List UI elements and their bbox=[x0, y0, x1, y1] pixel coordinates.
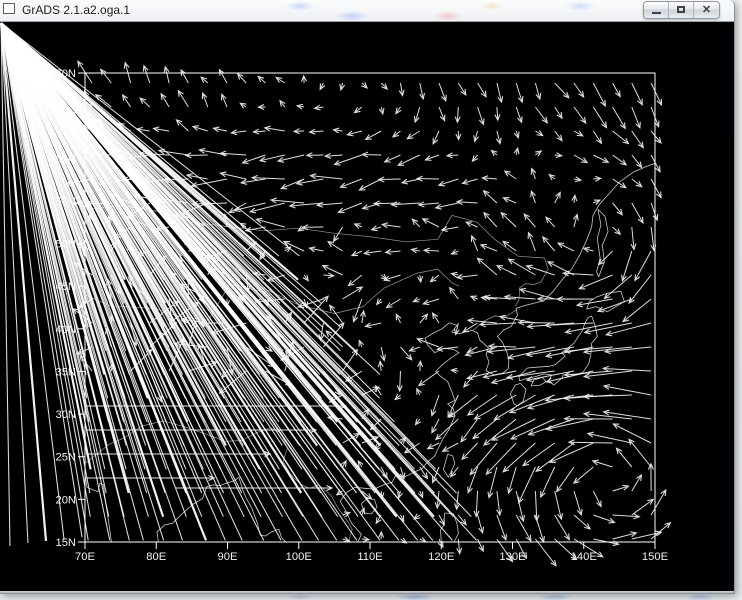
window-bottom-frame bbox=[0, 591, 734, 593]
svg-text:110E: 110E bbox=[357, 551, 382, 563]
grads-window: GrADS 2.1.a2.oga.1 ✕ 70E 80E 90E 100E 110E 12… bbox=[0, 0, 735, 594]
svg-text:70E: 70E bbox=[75, 551, 95, 563]
titlebar[interactable]: GrADS 2.1.a2.oga.1 ✕ bbox=[0, 0, 734, 22]
svg-text:100E: 100E bbox=[286, 551, 312, 563]
window-controls: ✕ bbox=[643, 1, 720, 19]
svg-text:90E: 90E bbox=[218, 551, 238, 563]
graphics-canvas[interactable]: 70E80E90E100E110E120E130E140E150E15N20N2… bbox=[0, 22, 734, 591]
svg-text:25N: 25N bbox=[55, 452, 76, 464]
minimize-icon bbox=[652, 12, 661, 14]
minimize-button[interactable] bbox=[644, 2, 669, 18]
desktop-background: GrADS 2.1.a2.oga.1 ✕ 70E 80E 90E 100E 110E 12… bbox=[0, 0, 742, 600]
svg-text:150E: 150E bbox=[642, 551, 668, 563]
svg-text:15N: 15N bbox=[55, 537, 76, 549]
maximize-button[interactable] bbox=[669, 2, 694, 18]
application-icon bbox=[3, 3, 15, 14]
close-button[interactable]: ✕ bbox=[694, 2, 719, 18]
close-icon: ✕ bbox=[694, 3, 719, 17]
svg-text:120E: 120E bbox=[428, 551, 454, 563]
window-title: GrADS 2.1.a2.oga.1 bbox=[22, 3, 130, 17]
svg-text:80E: 80E bbox=[146, 551, 166, 563]
wind-vector-plot: 70E80E90E100E110E120E130E140E150E15N20N2… bbox=[0, 22, 734, 591]
maximize-icon bbox=[677, 6, 685, 13]
